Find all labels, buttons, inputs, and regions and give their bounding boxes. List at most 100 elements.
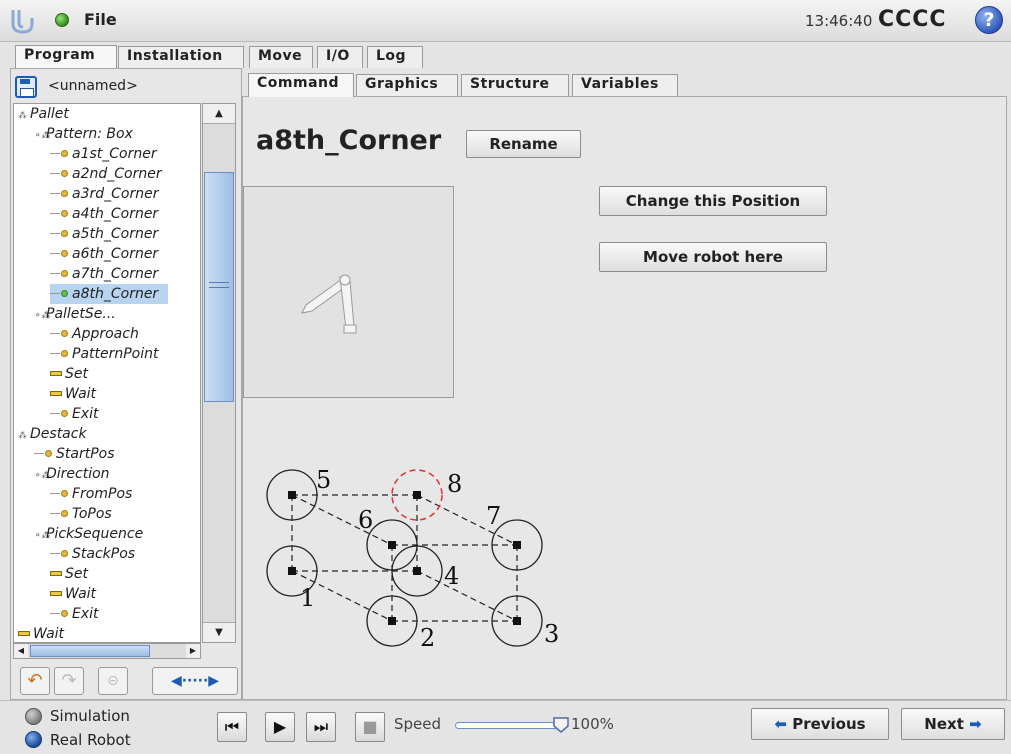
- tree-connector: [50, 493, 60, 494]
- tree-item[interactable]: Wait: [18, 624, 65, 642]
- tree-item-label: Direction: [46, 466, 110, 482]
- simulation-radio[interactable]: [25, 708, 42, 725]
- tree-item-label: Wait: [33, 626, 65, 642]
- file-menu[interactable]: File: [84, 10, 117, 29]
- waypoint-icon: [61, 350, 68, 357]
- tree-connector: [50, 233, 60, 234]
- redo-icon[interactable]: ↷: [54, 667, 84, 695]
- tab-io[interactable]: I/O: [317, 46, 363, 68]
- scroll-right-icon[interactable]: ▶: [186, 644, 200, 658]
- tree-item[interactable]: a4th_Corner: [50, 204, 158, 224]
- tab-variables[interactable]: Variables: [572, 74, 678, 96]
- tree-item[interactable]: a3rd_Corner: [50, 184, 158, 204]
- save-icon[interactable]: [15, 76, 37, 98]
- tree-item-label: a6th_Corner: [72, 246, 159, 262]
- waypoint-icon: [61, 410, 68, 417]
- scroll-down-icon[interactable]: ▼: [203, 622, 235, 642]
- waypoint-icon: [61, 190, 68, 197]
- tree-item-label: a3rd_Corner: [72, 186, 159, 202]
- tree-item[interactable]: ⁂ Destack: [18, 424, 87, 444]
- tab-command[interactable]: Command: [248, 73, 354, 97]
- robot-preview: [243, 186, 454, 398]
- play-icon[interactable]: ▶: [265, 712, 295, 742]
- tree-item[interactable]: ⚬⁂PalletSe...: [34, 304, 116, 324]
- undo-icon[interactable]: ↶: [20, 667, 50, 695]
- waypoint-icon: [61, 550, 68, 557]
- tree-connector: [50, 613, 60, 614]
- tab-move[interactable]: Move: [249, 46, 313, 68]
- tree-item-label: Pattern: Box: [46, 126, 133, 142]
- waypoint-icon: [61, 150, 68, 157]
- tree-item[interactable]: ⁂ Pallet: [18, 104, 69, 124]
- waypoint-icon: [61, 210, 68, 217]
- folder-icon: ⚬⁂: [34, 131, 51, 141]
- tree-item[interactable]: Approach: [50, 324, 139, 344]
- tree-item[interactable]: Set: [50, 564, 88, 584]
- action-icon: [50, 391, 62, 396]
- diagram-label-5: 5: [316, 466, 331, 494]
- tree-connector: [50, 173, 60, 174]
- tree-item[interactable]: ToPos: [50, 504, 112, 524]
- move-node-arrows-icon[interactable]: ◀·····▶: [152, 667, 238, 695]
- stop-icon[interactable]: ■: [355, 712, 385, 742]
- tree-connector: [50, 213, 60, 214]
- diagram-label-8: 8: [447, 470, 462, 498]
- tree-item-label: a4th_Corner: [72, 206, 159, 222]
- rename-button[interactable]: Rename: [466, 130, 581, 158]
- tree-item[interactable]: a2nd_Corner: [50, 164, 162, 184]
- tab-structure[interactable]: Structure: [461, 74, 569, 96]
- tab-graphics[interactable]: Graphics: [356, 74, 458, 96]
- speed-slider-knob[interactable]: [552, 716, 570, 734]
- tree-item[interactable]: Exit: [50, 404, 99, 424]
- next-button[interactable]: Next ➡: [901, 708, 1005, 740]
- tree-item[interactable]: a1st_Corner: [50, 144, 157, 164]
- tree-item[interactable]: ⚬⁂Direction: [34, 464, 110, 484]
- tree-item[interactable]: ⚬⁂PickSequence: [34, 524, 143, 544]
- tree-item-label: Set: [65, 366, 88, 382]
- step-icon[interactable]: ⏭: [306, 712, 336, 742]
- tree-item-label: ToPos: [72, 506, 112, 522]
- tree-item[interactable]: a7th_Corner: [50, 264, 158, 284]
- folder-icon: ⁂: [18, 431, 27, 441]
- suppress-icon[interactable]: ⊝: [98, 667, 128, 695]
- pallet-pattern-diagram: 1 2 3 4 5 6 7 8: [266, 466, 559, 652]
- tree-item[interactable]: a5th_Corner: [50, 224, 158, 244]
- tree-item[interactable]: Set: [50, 364, 88, 384]
- scroll-up-icon[interactable]: ▲: [203, 104, 235, 124]
- tree-item-label: StackPos: [72, 546, 136, 562]
- speed-slider[interactable]: [455, 722, 567, 729]
- tree-item[interactable]: a6th_Corner: [50, 244, 158, 264]
- tree-connector: [50, 553, 60, 554]
- change-position-button[interactable]: Change this Position: [599, 186, 827, 216]
- tree-item[interactable]: StackPos: [50, 544, 135, 564]
- arrow-left-icon: ⬅: [774, 715, 787, 733]
- help-icon[interactable]: ?: [975, 6, 1003, 34]
- tree-connector: [50, 353, 60, 354]
- tree-item-label: FromPos: [72, 486, 133, 502]
- rewind-icon[interactable]: ⏮: [217, 712, 247, 742]
- tree-item[interactable]: Wait: [50, 384, 96, 404]
- tree-item[interactable]: PatternPoint: [50, 344, 159, 364]
- program-tree[interactable]: ⁂ Pallet ⚬⁂Pattern: Box a1st_Corner a2nd_Cor…: [13, 103, 201, 643]
- tab-log[interactable]: Log: [367, 46, 423, 68]
- tree-item[interactable]: a8th_Corner: [50, 284, 169, 304]
- scroll-left-icon[interactable]: ◀: [14, 644, 28, 658]
- waypoint-icon: [61, 230, 68, 237]
- real-robot-radio[interactable]: [25, 731, 42, 748]
- tree-item[interactable]: Exit: [50, 604, 99, 624]
- previous-button[interactable]: ⬅ Previous: [751, 708, 889, 740]
- tree-item-label: PickSequence: [46, 526, 144, 542]
- h-scroll-thumb[interactable]: [30, 645, 150, 657]
- tree-item[interactable]: ⚬⁂Pattern: Box: [34, 124, 133, 144]
- tab-installation[interactable]: Installation: [118, 46, 244, 68]
- waypoint-icon: [61, 490, 68, 497]
- move-robot-here-button[interactable]: Move robot here: [599, 242, 827, 272]
- tree-item[interactable]: Wait: [50, 584, 96, 604]
- speed-label: Speed: [394, 715, 442, 733]
- tree-item-label: a5th_Corner: [72, 226, 159, 242]
- tree-item-label: Pallet: [30, 106, 69, 122]
- tree-item-label: StartPos: [56, 446, 115, 462]
- tree-item[interactable]: StartPos: [34, 444, 115, 464]
- tree-item[interactable]: FromPos: [50, 484, 132, 504]
- tab-program[interactable]: Program: [15, 45, 117, 69]
